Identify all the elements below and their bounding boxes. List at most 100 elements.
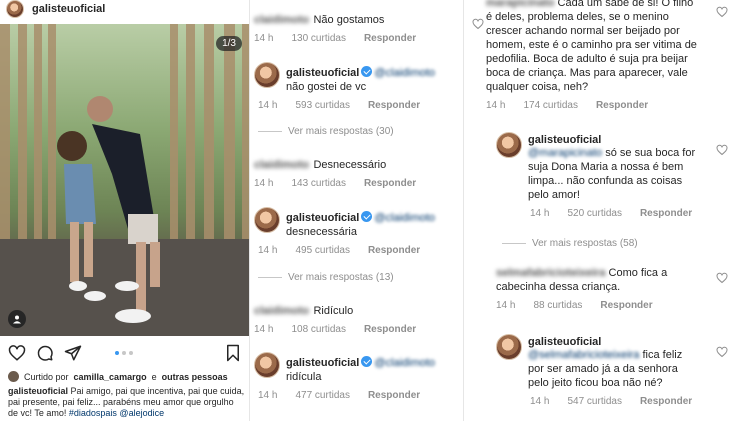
comment-text: não gostei de vc xyxy=(286,81,367,93)
heart-icon[interactable] xyxy=(472,18,484,30)
reply-button[interactable]: Responder xyxy=(600,300,652,311)
verified-icon xyxy=(361,66,373,77)
comment-meta: 14 h 108 curtidas Responder xyxy=(254,324,444,335)
comment-likes[interactable]: 143 curtidas xyxy=(291,178,345,189)
reply-button[interactable]: Responder xyxy=(368,245,420,256)
comment-username[interactable]: claidimoto xyxy=(254,14,309,26)
liked-prefix: Curtido por xyxy=(24,371,69,382)
comment-mention[interactable]: @claidimoto xyxy=(374,67,435,79)
comment-time: 14 h xyxy=(486,100,506,111)
comment-meta: 14 h 143 curtidas Responder xyxy=(254,178,444,189)
liked-avatar xyxy=(8,371,19,382)
post-photo[interactable]: 1/3 xyxy=(0,24,249,336)
photo-scene xyxy=(0,24,249,336)
reply-button[interactable]: Responder xyxy=(640,396,692,407)
comment-likes[interactable]: 495 curtidas xyxy=(295,245,349,256)
comment-mention[interactable]: @claidimoto xyxy=(374,212,435,224)
comment-username[interactable]: galisteuoficial xyxy=(528,134,698,146)
reply-comment: galisteuoficial @claidimoto ridícula 14 h… xyxy=(254,352,454,401)
comment: claidimoto Não gostamos 14 h 130 curtida… xyxy=(254,10,444,44)
reply-button[interactable]: Responder xyxy=(364,324,416,335)
avatar[interactable] xyxy=(254,62,280,88)
comment-meta: 14 h 174 curtidas Responder xyxy=(486,100,700,111)
comment-likes[interactable]: 88 curtidas xyxy=(533,300,582,311)
reply-button[interactable]: Responder xyxy=(640,208,692,219)
comment-username[interactable]: selmafabricioteixeira xyxy=(496,267,605,279)
comment-meta: 14 h 520 curtidas Responder xyxy=(530,208,706,219)
liked-by: Curtido por camilla_camargo e outras pes… xyxy=(8,371,248,382)
comment-username[interactable]: claidimoto xyxy=(254,305,309,317)
comment-username[interactable]: marapicinato xyxy=(486,0,554,9)
avatar[interactable] xyxy=(496,132,522,158)
comment-likes[interactable]: 520 curtidas xyxy=(567,208,621,219)
comment-text: Ridículo xyxy=(313,305,354,317)
comment-text: Desnecessário xyxy=(313,159,387,171)
liked-and: e xyxy=(151,371,157,382)
reply-button[interactable]: Responder xyxy=(368,100,420,111)
heart-icon[interactable] xyxy=(716,6,728,18)
comment-mention[interactable]: @marapicinato xyxy=(528,147,602,159)
post-actions xyxy=(0,344,249,364)
comment-text: Não gostamos xyxy=(313,14,385,26)
comment-likes[interactable]: 130 curtidas xyxy=(291,33,345,44)
comment-time: 14 h xyxy=(254,33,274,44)
bookmark-icon[interactable] xyxy=(224,344,242,362)
comment-text: Cada um sabe de si! O filho é deles, pro… xyxy=(486,0,697,93)
avatar[interactable] xyxy=(254,207,280,233)
share-icon[interactable] xyxy=(64,344,82,362)
comment-text: ridícula xyxy=(286,371,322,383)
post-avatar[interactable] xyxy=(6,0,24,18)
comment-likes[interactable]: 174 curtidas xyxy=(523,100,577,111)
comment-time: 14 h xyxy=(258,100,278,111)
carousel-dots xyxy=(115,351,133,355)
comment-time: 14 h xyxy=(258,390,278,401)
tag-icon[interactable] xyxy=(8,310,26,328)
reply-button[interactable]: Responder xyxy=(364,33,416,44)
caption-username[interactable]: galisteuoficial xyxy=(8,386,68,396)
comments-panel-mid: claidimoto Não gostamos 14 h 130 curtida… xyxy=(250,0,464,421)
comment-username[interactable]: claidimoto xyxy=(254,159,309,171)
comment-username[interactable]: galisteuoficial xyxy=(286,212,359,224)
reply-button[interactable]: Responder xyxy=(364,178,416,189)
comment-icon[interactable] xyxy=(36,344,54,362)
comment-time: 14 h xyxy=(254,178,274,189)
post-header: galisteuoficial xyxy=(6,0,105,18)
liked-user[interactable]: camilla_camargo xyxy=(74,372,147,382)
view-more-replies[interactable]: Ver mais respostas (13) xyxy=(258,272,394,283)
heart-icon[interactable] xyxy=(716,144,728,156)
view-more-replies[interactable]: Ver mais respostas (30) xyxy=(258,126,394,137)
view-more-replies[interactable]: Ver mais respostas (58) xyxy=(502,238,638,249)
comment-likes[interactable]: 477 curtidas xyxy=(295,390,349,401)
comment-time: 14 h xyxy=(254,324,274,335)
heart-icon[interactable] xyxy=(8,344,26,362)
comment-likes[interactable]: 547 curtidas xyxy=(567,396,621,407)
comment-meta: 14 h 130 curtidas Responder xyxy=(254,33,444,44)
avatar[interactable] xyxy=(254,352,280,378)
heart-icon[interactable] xyxy=(716,346,728,358)
comment-username[interactable]: galisteuoficial xyxy=(286,67,359,79)
comment-mention[interactable]: @claidimoto xyxy=(374,357,435,369)
comment-meta: 14 h 495 curtidas Responder xyxy=(258,245,454,256)
comment-username[interactable]: galisteuoficial xyxy=(528,336,698,348)
comment: marapicinato Cada um sabe de si! O filho… xyxy=(486,0,700,111)
avatar[interactable] xyxy=(496,334,522,360)
comment-meta: 14 h 88 curtidas Responder xyxy=(496,300,706,311)
reply-comment: galisteuoficial @selmafabricioteixeira f… xyxy=(496,334,706,407)
comment-time: 14 h xyxy=(496,300,516,311)
comment-mention[interactable]: @selmafabricioteixeira xyxy=(528,349,639,361)
comment-time: 14 h xyxy=(530,396,550,407)
comment-meta: 14 h 547 curtidas Responder xyxy=(530,396,706,407)
liked-others[interactable]: outras pessoas xyxy=(162,372,228,382)
heart-icon[interactable] xyxy=(716,272,728,284)
reply-button[interactable]: Responder xyxy=(368,390,420,401)
reply-button[interactable]: Responder xyxy=(596,100,648,111)
post-username[interactable]: galisteuoficial xyxy=(32,3,105,15)
verified-icon xyxy=(361,211,373,222)
comment-username[interactable]: galisteuoficial xyxy=(286,357,359,369)
comment-meta: 14 h 477 curtidas Responder xyxy=(258,390,454,401)
comment-likes[interactable]: 108 curtidas xyxy=(291,324,345,335)
comment-likes[interactable]: 593 curtidas xyxy=(295,100,349,111)
caption-tags[interactable]: #diadospais @alejodice xyxy=(69,408,164,418)
post-caption: galisteuoficial Pai amigo, pai que incen… xyxy=(8,386,246,419)
post-panel: galisteuoficial 1/3 Curtido por camilla_… xyxy=(0,0,250,421)
